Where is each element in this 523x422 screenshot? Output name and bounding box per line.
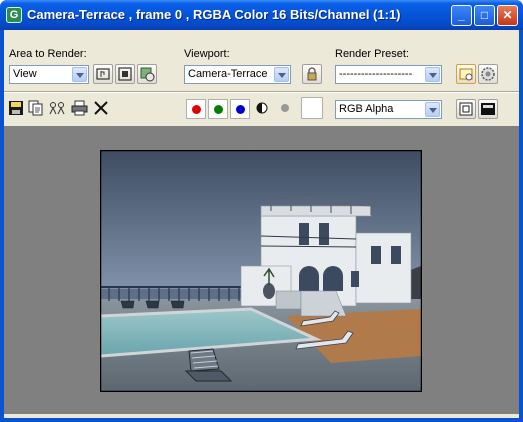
copy-image-button[interactable] (28, 100, 46, 118)
viewport-dropdown[interactable]: Camera-Terrace (184, 65, 291, 84)
toolbar-divider-highlight (4, 92, 519, 93)
clear-icon (94, 101, 108, 115)
clear-button[interactable] (93, 100, 111, 118)
chevron-down-icon[interactable] (425, 67, 440, 82)
background-color-swatch[interactable] (301, 97, 323, 119)
blue-channel-icon (236, 105, 245, 114)
render-viewport[interactable] (4, 126, 519, 414)
minimize-button[interactable]: _ (451, 5, 472, 26)
toggle-ui-button[interactable] (456, 99, 476, 119)
window-frame-right (519, 30, 523, 422)
green-channel-icon (214, 105, 223, 114)
save-icon (9, 101, 23, 115)
chevron-down-icon[interactable] (425, 102, 440, 117)
render-preset-label: Render Preset: (335, 48, 409, 60)
environment-button[interactable] (456, 64, 476, 84)
blue-channel-toggle[interactable] (230, 99, 250, 119)
lock-icon (307, 67, 317, 81)
edit-region-button[interactable] (93, 64, 113, 84)
auto-region-button[interactable] (115, 64, 135, 84)
channel-display-dropdown[interactable]: RGB Alpha (335, 100, 442, 119)
render-settings-button[interactable] (478, 64, 498, 84)
chevron-down-icon[interactable] (72, 67, 87, 82)
toggle-ui-icon (459, 102, 473, 116)
render-preset-dropdown[interactable]: -------------------- (335, 65, 442, 84)
viewport-value: Camera-Terrace (188, 68, 268, 80)
copy-icon (28, 100, 43, 116)
window-title: Camera-Terrace , frame 0 , RGBA Color 16… (27, 7, 401, 22)
channel-display-value: RGB Alpha (339, 103, 394, 115)
toggle-overlay-icon (481, 103, 495, 115)
chevron-down-icon[interactable] (274, 67, 289, 82)
close-button[interactable]: ✕ (497, 5, 518, 26)
auto-region-icon (118, 67, 132, 81)
render-setup-button[interactable] (137, 64, 157, 84)
clone-icon (49, 102, 65, 115)
render-preset-value: -------------------- (339, 68, 413, 80)
red-channel-toggle[interactable] (186, 99, 206, 119)
rendered-scene (101, 151, 421, 391)
clone-frame-buffer-button[interactable] (49, 100, 67, 118)
red-channel-icon (192, 105, 201, 114)
print-icon (71, 100, 88, 116)
area-to-render-value: View (13, 68, 37, 80)
edit-region-icon (96, 68, 110, 80)
lock-viewport-button[interactable] (302, 64, 322, 84)
monochrome-toggle[interactable] (254, 100, 272, 118)
alpha-channel-toggle[interactable] (277, 100, 295, 118)
window-frame-bottom (0, 418, 523, 422)
area-to-render-label: Area to Render: (9, 48, 87, 60)
green-channel-toggle[interactable] (208, 99, 228, 119)
maximize-button[interactable]: □ (474, 5, 495, 26)
environment-icon (459, 68, 473, 81)
print-image-button[interactable] (71, 100, 89, 118)
alpha-channel-icon (281, 104, 289, 112)
rendered-image (100, 150, 422, 392)
area-to-render-dropdown[interactable]: View (9, 65, 89, 84)
render-setup-icon (140, 67, 155, 82)
monochrome-icon (256, 102, 268, 114)
toggle-overlay-button[interactable] (478, 99, 498, 119)
app-icon[interactable]: G (6, 7, 22, 23)
save-image-button[interactable] (8, 100, 26, 118)
render-window: G Camera-Terrace , frame 0 , RGBA Color … (0, 0, 523, 422)
gear-icon (481, 67, 495, 81)
viewport-label: Viewport: (184, 48, 230, 60)
title-bar[interactable]: G Camera-Terrace , frame 0 , RGBA Color … (0, 0, 523, 30)
